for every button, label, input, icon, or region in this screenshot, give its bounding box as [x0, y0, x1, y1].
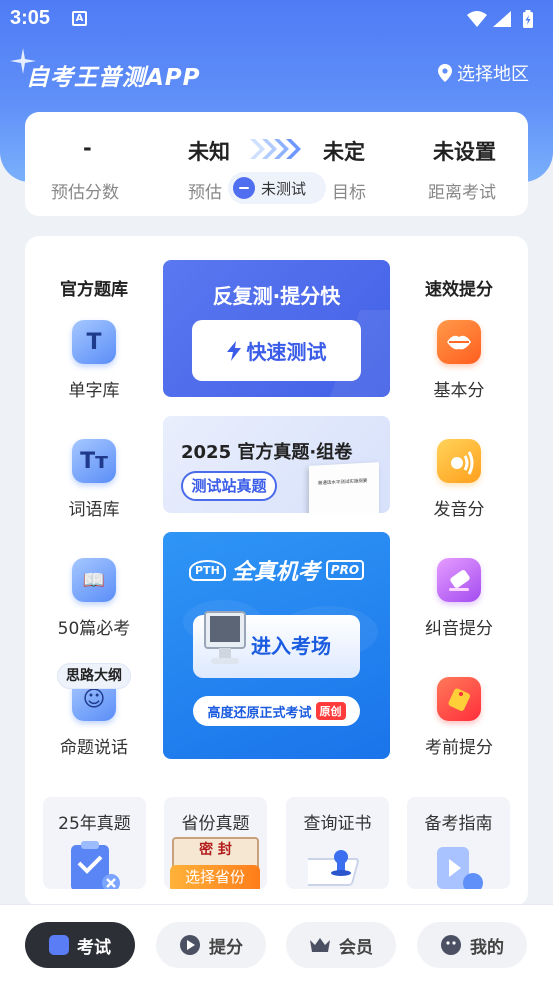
tile-2025-papers[interactable]: 25年真题	[43, 797, 146, 889]
speech-icon	[437, 439, 481, 483]
estimate-label: 预估	[188, 183, 222, 203]
region-label: 选择地区	[457, 64, 529, 85]
tile-2025-papers-label: 25年真题	[58, 814, 131, 834]
status-time: 3:05	[10, 7, 51, 29]
outline-book-image: 普通话水平测试实施纲要	[309, 462, 379, 513]
real-exam-banner[interactable]: PTH 全真机考 PRO 进入考场 高度还原正式考试 原创	[163, 532, 390, 759]
official-papers-banner[interactable]: 2025 官方真题·组卷 测试站真题 普通话水平测试实施纲要	[163, 416, 390, 513]
tt-icon: Tт	[72, 439, 116, 483]
tab-mine-label: 我的	[470, 937, 504, 958]
pronunciation-score-label: 发音分	[433, 500, 485, 520]
lips-icon	[437, 320, 481, 364]
select-region-button[interactable]: 选择地区	[438, 60, 529, 86]
quick-test-button-label: 快速测试	[246, 340, 327, 364]
status-bar: 3:05 A	[0, 0, 553, 38]
basic-score-label: 基本分	[433, 381, 485, 401]
wifi-icon	[467, 11, 487, 27]
official-bank-heading: 官方题库	[60, 280, 128, 300]
pth-logo: PTH	[189, 559, 226, 581]
certificate-stamp-icon	[308, 850, 359, 886]
app-title: 自考王普测APP	[26, 65, 201, 91]
countdown-value[interactable]: 未设置	[433, 136, 496, 166]
location-pin-icon	[438, 64, 452, 82]
quick-boost-heading: 速效提分	[425, 280, 493, 300]
basic-score[interactable]: 基本分	[409, 320, 509, 401]
select-province-button[interactable]: 选择省份	[170, 865, 260, 889]
realistic-exam-text: 高度还原正式考试	[207, 705, 312, 721]
quick-test-title: 反复测·提分快	[212, 284, 341, 308]
single-char-bank-label: 单字库	[68, 381, 120, 401]
minus-icon	[233, 177, 255, 199]
original-badge: 原创	[315, 702, 346, 720]
test-station-papers-chip[interactable]: 测试站真题	[181, 471, 277, 501]
tile-query-certificate-label: 查询证书	[303, 814, 372, 834]
exam-tab-icon	[49, 935, 69, 955]
tab-member-label: 会员	[339, 937, 373, 958]
quick-test-banner[interactable]: 反复测·提分快 快速测试	[163, 260, 390, 397]
tile-province-papers-label: 省份真题	[181, 814, 250, 834]
signal-icon	[493, 11, 511, 27]
play-document-icon	[437, 847, 483, 889]
untested-status: 未测试	[228, 172, 326, 204]
topic-speaking-label: 命题说话	[60, 738, 128, 758]
tile-query-certificate[interactable]: 查询证书	[286, 797, 389, 889]
crown-icon	[310, 938, 330, 952]
tile-prep-guide[interactable]: 备考指南	[407, 797, 510, 889]
lightning-icon	[226, 340, 241, 361]
t-icon: T	[72, 320, 116, 364]
target-label: 目标	[332, 183, 366, 203]
tag-icon	[437, 677, 481, 721]
word-bank[interactable]: Tт 词语库	[44, 439, 144, 520]
score-label: 预估分数	[51, 183, 119, 203]
real-exam-title: 全真机考	[231, 560, 320, 585]
clipboard-check-icon	[71, 841, 120, 889]
quick-test-button[interactable]: 快速测试	[192, 320, 361, 381]
tab-exam-label: 考试	[77, 937, 111, 958]
eraser-icon	[437, 558, 481, 602]
stats-card: - 预估分数 未知 预估 未定 目标 未测试 未设置 距离考试	[25, 112, 528, 216]
estimate-value: 未知	[188, 140, 230, 164]
pre-exam-boost[interactable]: 考前提分	[409, 677, 509, 758]
tab-exam[interactable]: 考试	[25, 922, 135, 968]
correction-boost-label: 纠音提分	[425, 619, 493, 639]
correction-boost[interactable]: 纠音提分	[409, 558, 509, 639]
bottom-tab-bar: 考试 提分 会员 我的	[0, 904, 553, 984]
realistic-exam-strip: 高度还原正式考试 原创	[193, 696, 360, 726]
score-value: -	[83, 136, 92, 160]
official-papers-title: 2025 官方真题·组卷	[181, 442, 353, 463]
pro-badge: PRO	[325, 560, 365, 580]
tab-mine[interactable]: 我的	[417, 922, 527, 968]
countdown-label: 距离考试	[428, 183, 496, 203]
tab-boost-label: 提分	[209, 937, 243, 958]
fifty-essays[interactable]: 📖 50篇必考	[44, 558, 144, 639]
single-char-bank[interactable]: T 单字库	[44, 320, 144, 401]
tile-prep-guide-label: 备考指南	[424, 814, 493, 834]
topic-speaking[interactable]: ☺ 命题说话	[44, 677, 144, 758]
computer-monitor-icon	[204, 611, 246, 664]
notification-icon: A	[72, 11, 87, 26]
tab-member[interactable]: 会员	[286, 922, 396, 968]
untested-label: 未测试	[261, 179, 307, 198]
target-value: 未定	[323, 140, 365, 164]
pronunciation-score[interactable]: 发音分	[409, 439, 509, 520]
tab-boost[interactable]: 提分	[156, 922, 266, 968]
chevrons-right-icon	[250, 139, 301, 159]
pre-exam-boost-label: 考前提分	[425, 738, 493, 758]
tile-province-papers[interactable]: 省份真题 密 封 选择省份	[164, 797, 267, 889]
play-circle-icon	[180, 935, 200, 955]
face-icon	[441, 935, 461, 955]
fifty-essays-label: 50篇必考	[57, 619, 131, 639]
book-icon: 📖	[72, 558, 116, 602]
status-icons	[467, 10, 533, 28]
real-exam-header: PTH 全真机考 PRO	[189, 554, 365, 586]
outline-badge: 思路大纲	[57, 663, 131, 689]
word-bank-label: 词语库	[68, 500, 120, 520]
